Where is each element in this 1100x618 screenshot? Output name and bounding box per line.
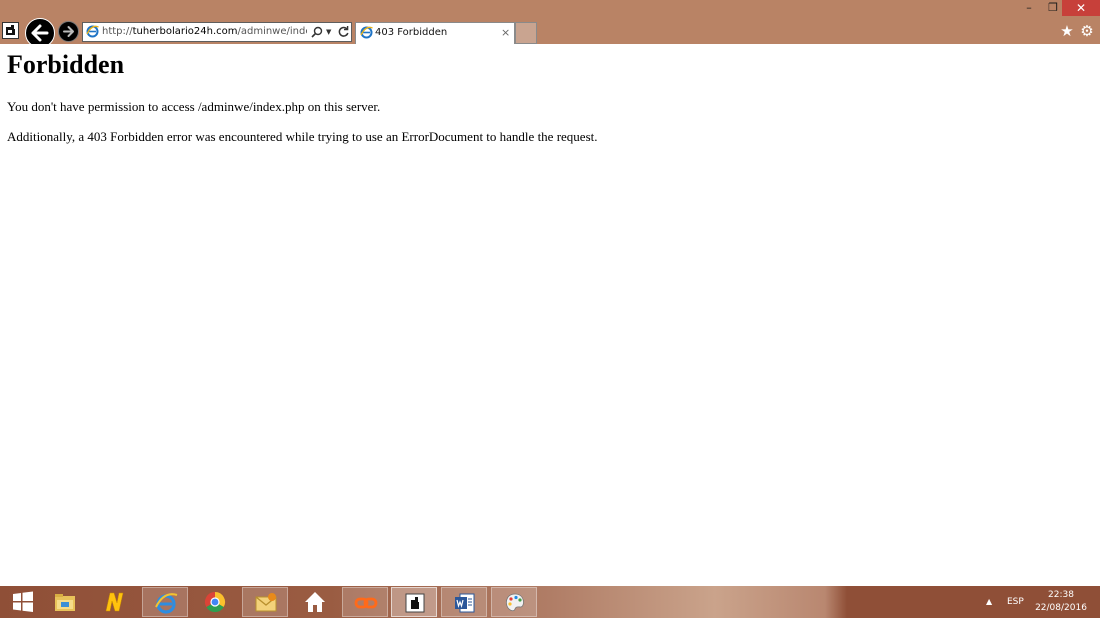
address-bar[interactable]: http://tuherbolario24h.com/adminwe/index… [82, 22, 352, 42]
page-title: Forbidden [7, 50, 125, 79]
norton-button[interactable] [92, 587, 138, 617]
home-button[interactable] [292, 587, 338, 617]
back-arrow-icon [31, 24, 49, 42]
chrome-icon [204, 591, 226, 613]
internet-explorer-button[interactable] [142, 587, 188, 617]
address-url[interactable]: http://tuherbolario24h.com/adminwe/index… [102, 23, 307, 41]
taskbar [0, 586, 1100, 618]
browser-chrome: – ❐ ✕ http://tuherbolario24h.com/adminwe… [0, 0, 1100, 48]
windows-logo-icon [13, 591, 33, 612]
tray-chevron-icon[interactable]: ▲ [986, 596, 992, 608]
page-icon[interactable] [2, 22, 19, 39]
favorites-star-icon[interactable]: ★ [1059, 23, 1075, 39]
error-message: You don't have permission to access /adm… [7, 99, 381, 114]
chain-link-icon [354, 597, 378, 609]
forward-button[interactable] [58, 21, 79, 42]
forward-arrow-icon [63, 26, 74, 37]
internet-explorer-icon [155, 593, 178, 614]
address-dropdown-icon[interactable]: ▼ [326, 25, 331, 39]
ie-logo-icon [360, 26, 373, 39]
minimize-button[interactable]: – [1016, 0, 1042, 16]
language-indicator[interactable]: ESP [1007, 596, 1024, 608]
tab-title: 403 Forbidden [375, 27, 448, 38]
clock-time[interactable]: 22:38 [1036, 589, 1086, 601]
windows-start-button[interactable] [0, 587, 46, 617]
clock-date[interactable]: 22/08/2016 [1033, 602, 1089, 614]
new-tab-button[interactable] [515, 22, 537, 44]
home-icon [305, 592, 325, 612]
close-window-button[interactable]: ✕ [1062, 0, 1100, 16]
link-app-button[interactable] [342, 587, 388, 617]
page-content: Forbidden You don't have permission to a… [0, 44, 1100, 586]
outlook-button[interactable] [242, 587, 288, 617]
folder-icon [55, 594, 75, 611]
word-icon [455, 593, 475, 613]
chrome-button[interactable] [192, 587, 238, 617]
envelope-icon [255, 593, 277, 612]
paint-palette-icon [506, 593, 524, 612]
word-button[interactable] [441, 587, 487, 617]
browser-app-button[interactable] [391, 587, 437, 617]
norton-logo-icon [105, 592, 124, 612]
paint-button[interactable] [491, 587, 537, 617]
gear-icon[interactable]: ⚙ [1079, 23, 1095, 39]
tab-close-icon[interactable]: × [501, 23, 510, 43]
search-icon[interactable] [311, 26, 323, 38]
ie-logo-icon [86, 25, 99, 38]
file-explorer-button[interactable] [42, 587, 88, 617]
tab-403-forbidden[interactable]: 403 Forbidden × [355, 22, 515, 44]
browser-app-icon [405, 593, 425, 613]
error-detail: Additionally, a 403 Forbidden error was … [7, 129, 598, 144]
refresh-icon[interactable] [337, 25, 350, 38]
